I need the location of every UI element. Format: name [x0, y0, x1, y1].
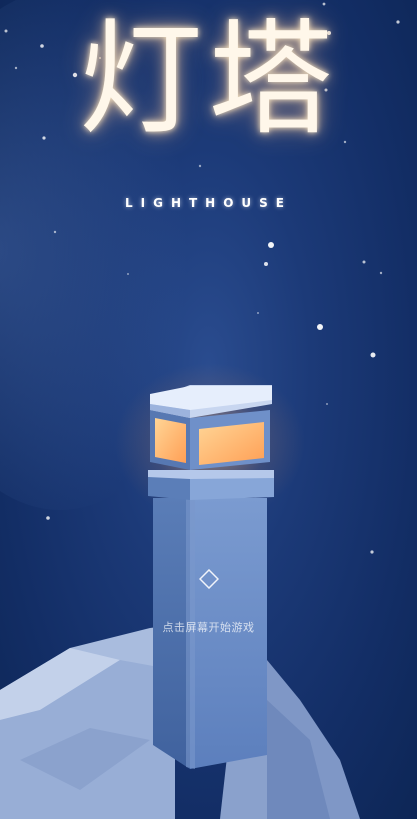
lamp-window-left	[155, 418, 186, 463]
star	[322, 2, 326, 6]
star	[198, 164, 202, 168]
star	[317, 324, 323, 330]
star	[370, 352, 376, 358]
star	[379, 271, 383, 275]
star	[268, 242, 274, 248]
star	[257, 312, 259, 314]
star	[326, 403, 328, 405]
star	[362, 260, 366, 264]
tap-to-start-hint[interactable]: 点击屏幕开始游戏	[0, 619, 417, 635]
game-title-english: LIGHTHOUSE	[124, 196, 293, 210]
star	[53, 230, 57, 234]
lantern-room	[150, 385, 272, 470]
diamond-outline-icon[interactable]	[199, 569, 219, 589]
star	[46, 516, 50, 520]
star	[264, 262, 268, 266]
lamp-window-front	[199, 422, 264, 465]
game-title-cjk: 灯塔	[78, 8, 339, 152]
star	[370, 550, 374, 554]
game-screen[interactable]: 灯塔 LIGHTHOUSE 点击屏幕开始游戏	[0, 0, 417, 819]
star	[127, 273, 129, 275]
